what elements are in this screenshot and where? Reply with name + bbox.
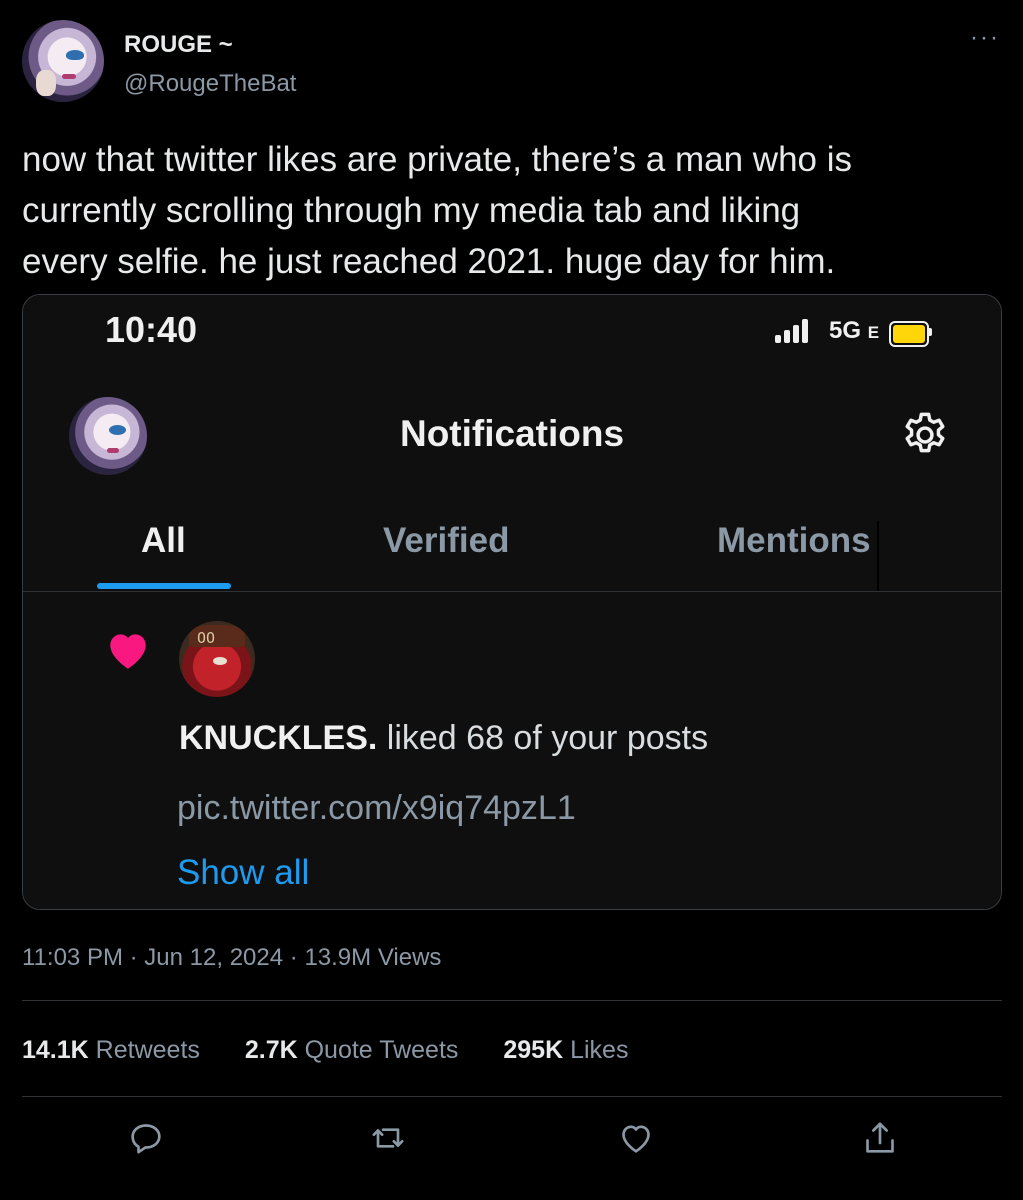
tweet-text: now that twitter likes are private, ther… xyxy=(22,134,992,287)
attached-image[interactable]: 10:40 5G E Notifications All Verified Me… xyxy=(22,294,1002,910)
stat-label: Retweets xyxy=(95,1036,200,1064)
divider xyxy=(22,1096,1002,1097)
tab-mentions: Mentions xyxy=(717,521,871,560)
show-all-link: Show all xyxy=(177,853,310,892)
tab-all: All xyxy=(141,521,186,560)
tweet-text-line: currently scrolling through my media tab… xyxy=(22,191,801,230)
avatar-eye xyxy=(213,657,227,665)
author-display-name[interactable]: ROUGE ~ xyxy=(124,31,233,59)
tweet-text-line: now that twitter likes are private, ther… xyxy=(22,140,853,179)
meta-separator: · xyxy=(129,944,138,971)
retweets-stat[interactable]: 14.1K Retweets xyxy=(22,1036,200,1064)
share-icon[interactable] xyxy=(860,1118,900,1158)
heart-icon xyxy=(110,634,146,669)
stat-label: Likes xyxy=(570,1036,629,1064)
active-tab-indicator xyxy=(97,583,231,589)
quote-tweets-stat[interactable]: 2.7K Quote Tweets xyxy=(245,1036,459,1064)
notification-text: KNUCKLES. liked 68 of your posts xyxy=(179,719,708,758)
network-indicator: 5G E xyxy=(829,317,879,345)
views-count: 13.9M xyxy=(304,944,372,971)
more-options-icon[interactable]: ··· xyxy=(970,24,1000,52)
reply-icon[interactable] xyxy=(126,1118,166,1158)
tweet-date[interactable]: Jun 12, 2024 xyxy=(144,944,283,971)
status-bar-time: 10:40 xyxy=(105,309,198,350)
liker-avatar: OO xyxy=(179,621,255,697)
engagement-stats: 14.1K Retweets 2.7K Quote Tweets 295K Li… xyxy=(22,1036,666,1065)
battery-fill xyxy=(893,325,925,343)
views-label: Views xyxy=(377,944,442,971)
network-label: 5G xyxy=(829,317,862,344)
network-suffix: E xyxy=(867,323,880,342)
tab-scroll-edge xyxy=(877,521,879,591)
liker-name: KNUCKLES. xyxy=(179,719,378,757)
author-avatar[interactable] xyxy=(22,20,104,102)
notification-action: liked 68 of your posts xyxy=(377,719,709,757)
avatar-eye xyxy=(66,50,84,60)
stat-value: 2.7K xyxy=(244,1036,298,1064)
battery-tip xyxy=(929,328,932,336)
tweet-metadata: 11:03 PM · Jun 12, 2024 · 13.9M Views xyxy=(22,944,441,972)
tweet-text-line: every selfie. he just reached 2021. huge… xyxy=(22,242,836,281)
battery-icon xyxy=(889,321,929,347)
like-icon[interactable] xyxy=(616,1118,656,1158)
gear-icon xyxy=(905,412,945,453)
stat-label: Quote Tweets xyxy=(304,1036,459,1064)
avatar-goggles: OO xyxy=(197,629,216,647)
stat-value: 295K xyxy=(503,1036,564,1064)
retweet-icon[interactable] xyxy=(368,1118,408,1158)
author-handle[interactable]: @RougeTheBat xyxy=(124,70,296,98)
avatar-hand xyxy=(36,70,56,96)
likes-stat[interactable]: 295K Likes xyxy=(503,1036,628,1064)
meta-separator: · xyxy=(289,944,298,971)
tab-divider xyxy=(23,591,1001,592)
tweet-time[interactable]: 11:03 PM xyxy=(22,944,123,971)
notification-link: pic.twitter.com/x9iq74pzL1 xyxy=(177,789,576,827)
avatar-lip xyxy=(62,74,76,79)
signal-icon xyxy=(775,319,811,343)
divider xyxy=(22,1000,1002,1001)
stat-value: 14.1K xyxy=(22,1036,89,1064)
tab-verified: Verified xyxy=(383,521,510,560)
page-title: Notifications xyxy=(399,413,625,454)
screenshot-canvas: 10:40 5G E Notifications All Verified Me… xyxy=(23,295,1001,909)
